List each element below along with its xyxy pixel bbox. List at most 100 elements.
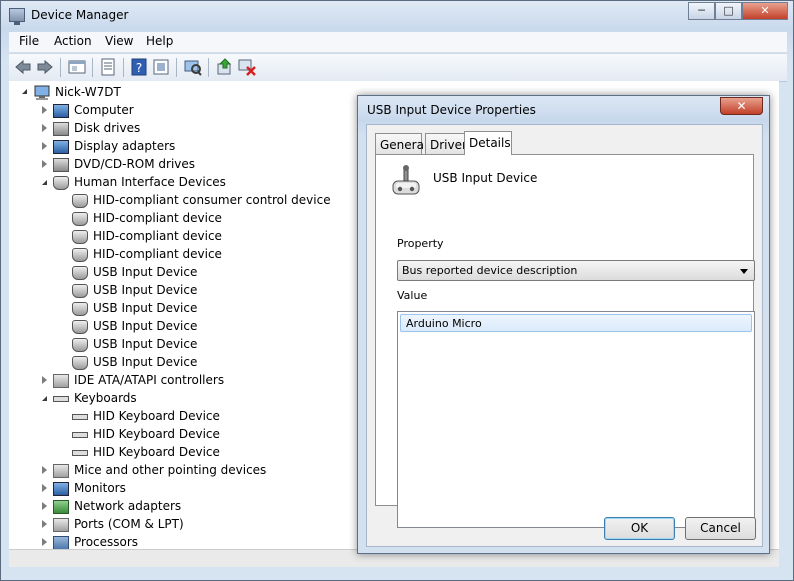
tree-item-label: Computer	[74, 103, 134, 117]
tree-item-label: Processors	[74, 535, 139, 549]
menu-action[interactable]: Action	[54, 34, 92, 48]
close-button[interactable]: ✕	[742, 2, 788, 20]
value-list-item-label: Arduino Micro	[406, 317, 482, 330]
back-icon[interactable]	[14, 58, 32, 76]
hid-device-icon	[72, 194, 88, 208]
tree-item-label: Keyboards	[74, 391, 137, 405]
device-manager-app-icon	[9, 8, 25, 25]
value-list-item[interactable]: Arduino Micro	[400, 314, 752, 332]
display-adapter-icon	[53, 140, 69, 154]
toolbar-separator	[92, 58, 93, 77]
update-driver-icon[interactable]	[152, 58, 170, 76]
network-adapter-icon	[53, 500, 69, 514]
tree-item-label: DVD/CD-ROM drives	[74, 157, 196, 171]
tree-item-label: USB Input Device	[93, 355, 198, 369]
menu-file[interactable]: File	[19, 34, 39, 48]
chevron-down-icon[interactable]	[740, 269, 748, 274]
title-bar[interactable]: Device Manager ─ □ ✕	[1, 1, 793, 31]
mouse-icon	[53, 464, 69, 478]
property-dropdown[interactable]: Bus reported device description	[397, 260, 755, 281]
scan-hardware-icon[interactable]	[184, 58, 202, 76]
tree-item-label: USB Input Device	[93, 337, 198, 351]
monitor-icon	[53, 482, 69, 496]
tree-item-label: Human Interface Devices	[74, 175, 226, 189]
expand-arrow-icon[interactable]	[42, 106, 47, 114]
processor-icon	[53, 536, 69, 549]
tree-item-label: Disk drives	[74, 121, 141, 135]
menu-bar: File Action View Help	[9, 32, 787, 52]
computer-icon	[53, 104, 69, 118]
tree-item-label: USB Input Device	[93, 265, 198, 279]
properties-view-icon[interactable]	[68, 58, 86, 76]
maximize-button[interactable]: □	[715, 2, 742, 20]
device-name: USB Input Device	[433, 171, 538, 185]
expand-arrow-icon[interactable]	[42, 376, 47, 384]
hid-device-icon	[72, 266, 88, 280]
collapse-arrow-icon[interactable]	[42, 180, 47, 185]
forward-icon[interactable]	[36, 58, 54, 76]
hid-device-icon	[72, 212, 88, 226]
computer-icon	[34, 85, 50, 100]
tree-item-label: HID-compliant device	[93, 229, 222, 243]
port-icon	[53, 518, 69, 532]
properties-dialog: USB Input Device Properties ✕ General Dr…	[357, 95, 770, 554]
ok-button[interactable]: OK	[604, 517, 675, 540]
hid-device-icon	[392, 165, 420, 195]
collapse-arrow-icon[interactable]	[22, 89, 27, 94]
dialog-body: General Driver Details USB Input Device …	[366, 124, 763, 547]
property-dropdown-value: Bus reported device description	[402, 264, 578, 277]
toolbar-separator	[123, 58, 124, 77]
tree-item-label: HID-compliant consumer control device	[93, 193, 331, 207]
tree-item-label: HID-compliant device	[93, 211, 222, 225]
hid-icon	[53, 176, 69, 190]
dvd-drive-icon	[53, 158, 69, 172]
keyboard-icon	[72, 432, 88, 438]
toolbar-separator	[60, 58, 61, 77]
toolbar: ?	[9, 53, 787, 82]
tree-item-label: HID Keyboard Device	[93, 409, 220, 423]
details-tab-page: USB Input Device Property Bus reported d…	[375, 154, 755, 528]
hid-device-icon	[72, 302, 88, 316]
collapse-arrow-icon[interactable]	[42, 396, 47, 401]
expand-arrow-icon[interactable]	[42, 520, 47, 528]
tree-item-label: HID-compliant device	[93, 247, 222, 261]
toolbar-separator	[208, 58, 209, 77]
tree-item-label: USB Input Device	[93, 283, 198, 297]
hid-device-icon	[72, 248, 88, 262]
value-label: Value	[397, 289, 428, 302]
menu-help[interactable]: Help	[146, 34, 173, 48]
expand-arrow-icon[interactable]	[42, 484, 47, 492]
enable-device-icon[interactable]	[216, 58, 234, 76]
tree-item-label: Display adapters	[74, 139, 176, 153]
help-icon[interactable]: ?	[130, 58, 148, 76]
expand-arrow-icon[interactable]	[42, 124, 47, 132]
tab-details[interactable]: Details	[464, 131, 512, 155]
tab-general[interactable]: General	[375, 133, 427, 154]
toolbar-separator	[176, 58, 177, 77]
tree-item-label: HID Keyboard Device	[93, 445, 220, 459]
tab-driver[interactable]: Driver	[425, 133, 467, 154]
menu-view[interactable]: View	[105, 34, 133, 48]
window-title: Device Manager	[31, 8, 129, 22]
dialog-close-button[interactable]: ✕	[720, 97, 763, 115]
tree-item-label: USB Input Device	[93, 319, 198, 333]
show-hide-icon[interactable]	[99, 58, 117, 76]
value-listbox[interactable]: Arduino Micro	[397, 311, 755, 528]
uninstall-icon[interactable]	[238, 58, 256, 76]
expand-arrow-icon[interactable]	[42, 502, 47, 510]
keyboard-icon	[72, 450, 88, 456]
expand-arrow-icon[interactable]	[42, 142, 47, 150]
keyboard-icon	[53, 396, 69, 402]
expand-arrow-icon[interactable]	[42, 538, 47, 546]
hid-device-icon	[72, 230, 88, 244]
tree-item-label: Ports (COM & LPT)	[74, 517, 184, 531]
hid-device-icon	[72, 356, 88, 370]
cancel-button[interactable]: Cancel	[685, 517, 756, 540]
svg-text:?: ?	[136, 61, 142, 75]
expand-arrow-icon[interactable]	[42, 160, 47, 168]
minimize-button[interactable]: ─	[688, 2, 715, 20]
disk-drive-icon	[53, 122, 69, 136]
expand-arrow-icon[interactable]	[42, 466, 47, 474]
tree-item-label: Monitors	[74, 481, 126, 495]
tree-item-label: Mice and other pointing devices	[74, 463, 267, 477]
